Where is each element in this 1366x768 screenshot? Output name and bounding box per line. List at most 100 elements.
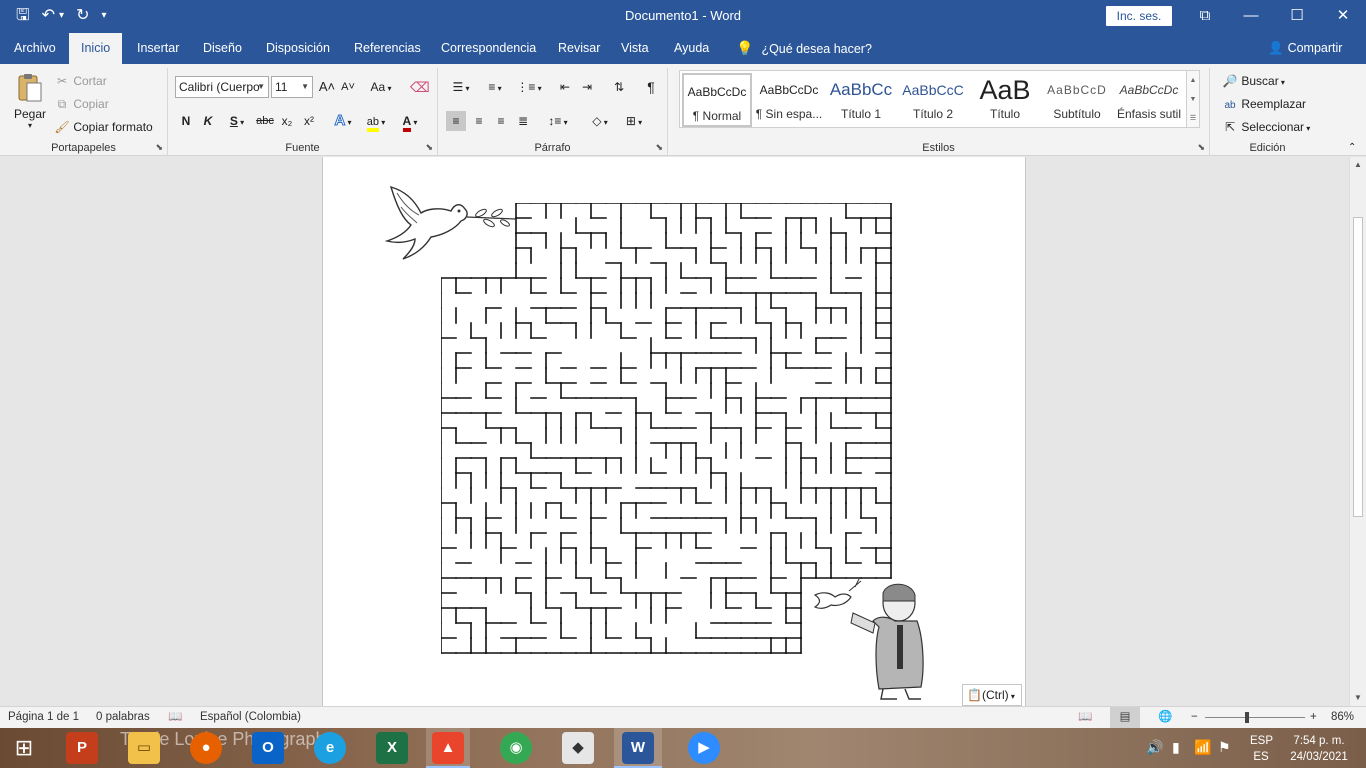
bold-button[interactable]: N (178, 111, 194, 131)
redo-icon[interactable]: ↻ (76, 6, 89, 26)
bullets-icon[interactable]: ☰ ▾ (448, 77, 474, 97)
excel-icon[interactable]: X (376, 732, 408, 764)
zoom-slider-thumb[interactable] (1245, 712, 1249, 723)
clear-formatting-icon[interactable]: ⌫ (410, 77, 430, 97)
child-with-dove-illustration[interactable] (813, 577, 929, 703)
proofing-icon[interactable]: 📖 (168, 707, 182, 728)
vertical-scrollbar[interactable]: ▲ ▼ (1349, 157, 1366, 706)
powerpoint-icon[interactable]: P (66, 732, 98, 764)
style-subtle-emphasis[interactable]: AaBbCcDc Énfasis sutil (1114, 73, 1184, 127)
scroll-up-icon[interactable]: ▲ (1350, 157, 1366, 173)
web-layout-icon[interactable]: 🌐 (1158, 707, 1172, 728)
font-family-select[interactable]: Calibri (Cuerpo ▼ (175, 76, 269, 98)
cut-button[interactable]: ✂ Cortar (54, 74, 107, 88)
sign-in-button[interactable]: Inc. ses. (1106, 6, 1172, 26)
style-heading-1[interactable]: AaBbCc Título 1 (826, 73, 896, 127)
collapse-ribbon-icon[interactable]: ⌃ (1348, 142, 1356, 153)
volume-icon[interactable]: 🔊 (1146, 740, 1163, 754)
increase-indent-icon[interactable]: ⇥ (578, 77, 596, 97)
document-area[interactable]: 📋(Ctrl) ▾ (0, 157, 1349, 706)
clock[interactable]: 7:54 p. m. 24/03/2021 (1286, 734, 1352, 764)
justify-icon[interactable]: ≣ (513, 111, 533, 131)
decrease-indent-icon[interactable]: ⇤ (556, 77, 574, 97)
numbering-icon[interactable]: ≡ ▾ (482, 77, 508, 97)
find-button[interactable]: 🔎 Buscar ▾ (1222, 74, 1285, 88)
italic-button[interactable]: K (200, 111, 216, 131)
tab-correspondencia[interactable]: Correspondencia (439, 33, 538, 64)
underline-button[interactable]: S ▾ (223, 111, 251, 131)
undo-dropdown-icon[interactable]: ▾ (59, 6, 64, 26)
close-button[interactable]: ✕ (1328, 4, 1358, 28)
tab-diseno[interactable]: Diseño (201, 33, 244, 64)
scroll-thumb[interactable] (1353, 217, 1363, 517)
shading-icon[interactable]: ◇ ▾ (586, 111, 614, 131)
strikethrough-button[interactable]: abc (254, 111, 276, 131)
save-icon[interactable]: 🖫 (16, 6, 30, 26)
page-count[interactable]: Página 1 de 1 (8, 707, 79, 728)
align-center-icon[interactable]: ≡ (469, 111, 489, 131)
roblox-icon[interactable]: ◆ (562, 732, 594, 764)
grow-font-button[interactable]: A˄ (318, 77, 336, 97)
style-normal[interactable]: AaBbCcDc ¶ Normal (682, 73, 752, 127)
share-button[interactable]: 👤 Compartir (1268, 33, 1342, 64)
document-page[interactable] (322, 157, 1026, 706)
subscript-button[interactable]: x₂ (278, 111, 296, 131)
paragraph-launcher-icon[interactable]: ⬊ (655, 142, 663, 153)
style-subtitle[interactable]: AaBbCcD Subtítulo (1042, 73, 1112, 127)
minimize-button[interactable]: — (1236, 4, 1266, 28)
ribbon-display-options-icon[interactable]: ⧉ (1190, 4, 1220, 28)
line-spacing-icon[interactable]: ↕≡ ▾ (544, 111, 572, 131)
select-button[interactable]: ⇱ Seleccionar ▾ (1222, 120, 1310, 134)
style-no-spacing[interactable]: AaBbCcDc ¶ Sin espa... (754, 73, 824, 127)
replace-button[interactable]: ab Reemplazar (1222, 97, 1306, 111)
language-indicator[interactable]: Español (Colombia) (200, 707, 301, 728)
input-language[interactable]: ESP ES (1250, 734, 1273, 764)
show-formatting-button[interactable]: ¶ (642, 77, 660, 97)
network-icon[interactable]: 📶 (1194, 740, 1211, 754)
flag-icon[interactable]: ⚑ (1218, 740, 1231, 754)
gallery-more-icon[interactable]: ☰ (1187, 109, 1199, 128)
shrink-font-button[interactable]: A˅ (339, 77, 357, 97)
highlight-button[interactable]: ab ▾ (362, 111, 390, 132)
align-left-icon[interactable]: ≡ (446, 111, 466, 131)
paste-dropdown-icon[interactable]: ▾ (10, 121, 50, 130)
chrome-icon[interactable]: ◉ (500, 732, 532, 764)
word-icon[interactable]: W (622, 732, 654, 764)
undo-icon[interactable]: ↶ (42, 6, 55, 26)
windows-start-icon[interactable]: ⊞ (8, 732, 40, 764)
tab-disposicion[interactable]: Disposición (264, 33, 332, 64)
customize-qat-icon[interactable]: ▾ (101, 6, 106, 26)
outlook-icon[interactable]: O (252, 732, 284, 764)
tab-archivo[interactable]: Archivo (12, 33, 58, 64)
change-case-button[interactable]: Aa ▾ (366, 77, 396, 97)
tab-vista[interactable]: Vista (619, 33, 651, 64)
tab-referencias[interactable]: Referencias (352, 33, 423, 64)
tab-inicio[interactable]: Inicio (69, 33, 123, 64)
zoom-level[interactable]: 86% (1331, 707, 1354, 728)
tab-ayuda[interactable]: Ayuda (672, 33, 711, 64)
clipboard-launcher-icon[interactable]: ⬊ (155, 142, 163, 153)
gallery-down-icon[interactable]: ▼ (1187, 90, 1199, 109)
maximize-button[interactable]: ☐ (1282, 4, 1312, 28)
font-size-select[interactable]: 11 ▼ (271, 76, 313, 98)
tab-revisar[interactable]: Revisar (556, 33, 602, 64)
multilevel-list-icon[interactable]: ⋮≡ ▾ (516, 77, 542, 97)
tell-me-search[interactable]: 💡 ¿Qué desea hacer? (736, 33, 872, 64)
superscript-button[interactable]: x² (300, 111, 318, 131)
firefox-icon[interactable]: ● (190, 732, 222, 764)
paste-button[interactable]: Pegar ▾ (10, 72, 50, 130)
scroll-down-icon[interactable]: ▼ (1350, 690, 1366, 706)
zoom-out-button[interactable]: − (1191, 707, 1198, 728)
style-title[interactable]: AaB Título (970, 73, 1040, 127)
tab-insertar[interactable]: Insertar (135, 33, 181, 64)
align-right-icon[interactable]: ≡ (491, 111, 511, 131)
sort-icon[interactable]: ⇅ (610, 77, 628, 97)
internet-explorer-icon[interactable]: e (314, 732, 346, 764)
file-explorer-icon[interactable]: ▭ (128, 732, 160, 764)
font-launcher-icon[interactable]: ⬊ (425, 142, 433, 153)
read-mode-icon[interactable]: 📖 (1078, 707, 1092, 728)
zoom-app-icon[interactable]: ▶ (688, 732, 720, 764)
print-layout-icon[interactable]: ▤ (1110, 707, 1140, 728)
word-count[interactable]: 0 palabras (96, 707, 150, 728)
battery-icon[interactable]: ▮ (1172, 740, 1180, 754)
